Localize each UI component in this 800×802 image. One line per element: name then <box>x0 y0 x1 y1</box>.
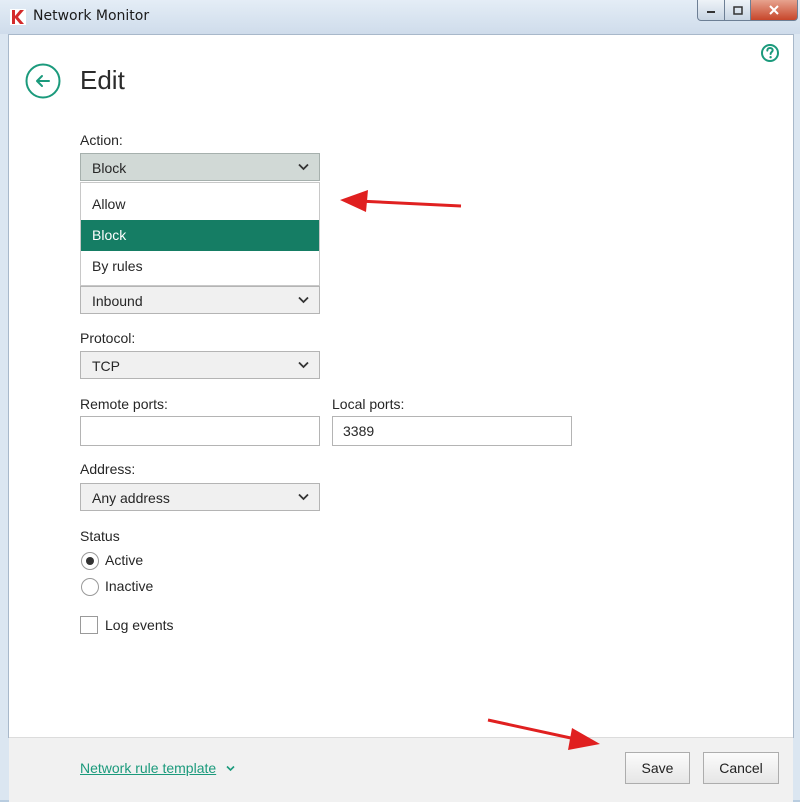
chevron-down-icon <box>298 361 309 369</box>
cancel-button[interactable]: Cancel <box>703 752 779 784</box>
save-button[interactable]: Save <box>625 752 690 784</box>
direction-select-value: Inbound <box>92 293 143 309</box>
address-select[interactable]: Any address <box>80 483 320 511</box>
window: Network Monitor Edit Action: Block Inbou… <box>0 0 800 802</box>
action-select[interactable]: Block <box>80 153 320 181</box>
status-inactive-radio[interactable] <box>81 578 99 596</box>
action-label: Action: <box>80 132 123 148</box>
protocol-select-value: TCP <box>92 358 120 374</box>
minimize-button[interactable] <box>697 0 725 21</box>
log-events-label[interactable]: Log events <box>105 617 174 633</box>
minimize-icon <box>707 11 715 13</box>
protocol-select[interactable]: TCP <box>80 351 320 379</box>
address-label: Address: <box>80 461 136 477</box>
local-ports-label: Local ports: <box>332 396 405 412</box>
edit-panel: Edit Action: Block Inbound Allow Block B… <box>8 34 794 802</box>
chevron-down-icon <box>298 296 309 304</box>
protocol-label: Protocol: <box>80 330 136 346</box>
app-icon <box>10 9 26 25</box>
action-option-block[interactable]: Block <box>81 220 319 251</box>
back-arrow-icon <box>36 75 50 87</box>
status-active-label[interactable]: Active <box>105 552 143 568</box>
action-select-value: Block <box>92 160 127 176</box>
title-bar: Network Monitor <box>0 0 800 34</box>
close-icon <box>769 5 779 15</box>
action-dropdown-list: Allow Block By rules <box>80 182 320 286</box>
chevron-down-icon <box>298 163 309 171</box>
chevron-down-icon <box>298 493 309 501</box>
log-events-checkbox[interactable] <box>80 616 98 634</box>
remote-ports-label: Remote ports: <box>80 396 168 412</box>
remote-ports-input[interactable] <box>80 416 320 446</box>
chevron-down-icon[interactable] <box>226 765 235 772</box>
back-button[interactable] <box>25 63 61 99</box>
action-option-allow[interactable]: Allow <box>81 189 319 220</box>
action-option-by-rules[interactable]: By rules <box>81 251 319 282</box>
maximize-button[interactable] <box>725 0 751 21</box>
page-title: Edit <box>80 65 125 95</box>
status-label: Status <box>80 528 120 544</box>
local-ports-input[interactable]: 3389 <box>332 416 572 446</box>
direction-select[interactable]: Inbound <box>80 286 320 314</box>
window-title: Network Monitor <box>33 8 150 24</box>
maximize-icon <box>732 5 743 15</box>
address-select-value: Any address <box>92 490 170 506</box>
help-icon[interactable] <box>760 43 780 63</box>
close-button[interactable] <box>751 0 798 21</box>
status-inactive-label[interactable]: Inactive <box>105 578 153 594</box>
network-rule-template-link[interactable]: Network rule template <box>80 760 216 776</box>
footer: Network rule template Save Cancel <box>9 737 793 802</box>
status-active-radio[interactable] <box>81 552 99 570</box>
